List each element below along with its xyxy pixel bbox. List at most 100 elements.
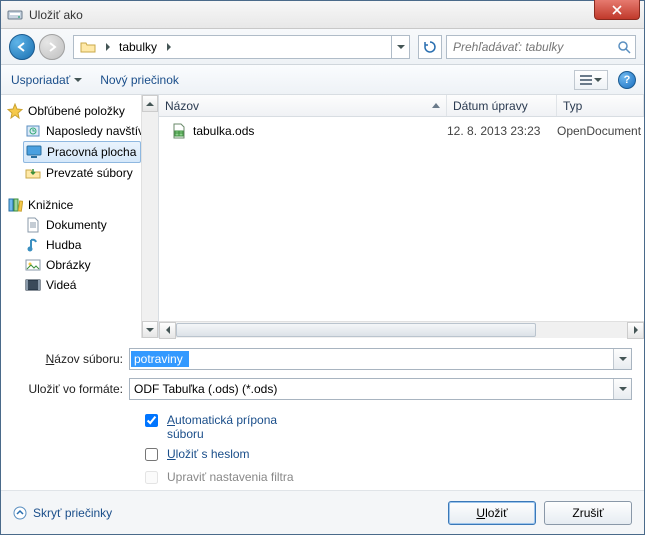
titlebar[interactable]: Uložiť ako	[1, 1, 644, 29]
hide-folders-button[interactable]: Skryť priečinky	[13, 506, 112, 520]
option-auto-extension[interactable]: Automatická príponasúboru	[141, 410, 632, 444]
download-icon	[25, 165, 41, 181]
scroll-thumb[interactable]	[176, 323, 536, 337]
column-headers: Názov Dátum úpravy Typ	[159, 95, 644, 117]
column-type[interactable]: Typ	[557, 95, 644, 116]
view-icon	[580, 75, 592, 85]
filetype-combo[interactable]: ODF Tabuľka (.ods) (*.ods)	[129, 378, 632, 400]
sidebar-libraries[interactable]: Knižnice	[7, 195, 141, 215]
footer: Skryť priečinky Uložiť Zrušiť	[1, 490, 644, 534]
close-icon	[612, 5, 622, 15]
desktop-icon	[26, 144, 42, 160]
new-folder-label: Nový priečinok	[100, 73, 179, 87]
folder-icon	[80, 39, 96, 55]
file-modified: 12. 8. 2013 23:23	[447, 124, 540, 138]
sidebar-item-music[interactable]: Hudba	[7, 235, 141, 255]
option-edit-filter: Upraviť nastavenia filtra	[141, 467, 632, 490]
breadcrumb-folder-label: tabulky	[119, 40, 157, 54]
label-text: Názov súboru:	[46, 352, 123, 366]
close-button[interactable]	[594, 0, 640, 20]
video-icon	[25, 277, 41, 293]
sidebar-item-downloads[interactable]: Prevzaté súbory	[7, 163, 141, 183]
filename-label: Názov súboru:	[13, 352, 129, 366]
cancel-button[interactable]: Zrušiť	[544, 501, 632, 525]
search-input[interactable]	[451, 39, 631, 55]
scroll-track[interactable]	[176, 322, 627, 338]
scroll-left-button[interactable]	[159, 322, 176, 339]
breadcrumb[interactable]: tabulky	[73, 35, 410, 59]
search-box[interactable]	[446, 35, 636, 59]
view-menu[interactable]	[574, 70, 608, 90]
forward-button[interactable]	[39, 34, 65, 60]
save-button[interactable]: Uložiť	[448, 501, 536, 525]
save-pw-checkbox[interactable]	[145, 448, 158, 461]
column-label: Dátum úpravy	[453, 99, 528, 113]
horizontal-scrollbar[interactable]	[159, 321, 644, 338]
filename-input[interactable]	[131, 351, 189, 367]
breadcrumb-root[interactable]	[74, 36, 103, 58]
search-icon	[617, 40, 631, 54]
sidebar-item-label: Knižnice	[28, 198, 73, 212]
save-as-dialog: Uložiť ako tabulky	[0, 0, 645, 535]
sidebar-item-label: Dokumenty	[46, 218, 107, 232]
option-label: Uložiť s heslom	[167, 447, 250, 461]
help-button[interactable]: ?	[618, 71, 636, 89]
sidebar-item-label: Prevzaté súbory	[46, 166, 133, 180]
dialog-body: Obľúbené položky Naposledy navštívené Pr…	[1, 95, 644, 338]
breadcrumb-folder[interactable]: tabulky	[113, 36, 164, 58]
sidebar-favorites[interactable]: Obľúbené položky	[7, 101, 141, 121]
sidebar-item-label: Obľúbené položky	[28, 104, 125, 118]
drive-icon	[7, 6, 23, 22]
sidebar-item-label: Naposledy navštívené	[46, 124, 141, 138]
column-label: Názov	[165, 99, 199, 113]
scroll-right-button[interactable]	[627, 322, 644, 339]
filetype-value: ODF Tabuľka (.ods) (*.ods)	[130, 382, 281, 396]
file-area: Názov Dátum úpravy Typ tabulka.ods 12. 8…	[159, 95, 644, 338]
pictures-icon	[25, 257, 41, 273]
sidebar-item-label: Hudba	[46, 238, 81, 252]
file-list[interactable]: tabulka.ods 12. 8. 2013 23:23 OpenDocume…	[159, 117, 644, 321]
chevron-down-icon	[74, 78, 82, 82]
form-area: Názov súboru: Uložiť vo formáte: ODF Tab…	[1, 338, 644, 490]
filename-combo[interactable]	[129, 348, 632, 370]
sidebar-item-desktop[interactable]: Pracovná plocha	[23, 141, 141, 163]
option-save-password[interactable]: Uložiť s heslom	[141, 444, 632, 467]
filetype-dropdown[interactable]	[613, 379, 631, 399]
organize-label: Usporiadať	[11, 73, 70, 87]
back-button[interactable]	[9, 34, 35, 60]
sidebar-item-recent[interactable]: Naposledy navštívené	[7, 121, 141, 141]
toolbar: Usporiadať Nový priečinok ?	[1, 65, 644, 95]
star-icon	[7, 103, 23, 119]
hide-folders-label: Skryť priečinky	[33, 506, 112, 520]
edit-filter-checkbox	[145, 471, 158, 484]
column-label: Typ	[563, 99, 582, 113]
scroll-down-button[interactable]	[142, 321, 158, 338]
arrow-left-icon	[16, 41, 28, 53]
scroll-up-button[interactable]	[142, 95, 158, 112]
sidebar-item-documents[interactable]: Dokumenty	[7, 215, 141, 235]
chevron-right-icon[interactable]	[103, 43, 113, 51]
recent-icon	[25, 123, 41, 139]
refresh-button[interactable]	[418, 35, 442, 59]
column-modified[interactable]: Dátum úpravy	[447, 95, 557, 116]
option-label: Upraviť nastavenia filtra	[167, 470, 294, 484]
nav-bar: tabulky	[1, 29, 644, 65]
document-icon	[25, 217, 41, 233]
button-label: Uložiť	[476, 506, 507, 520]
chevron-right-icon[interactable]	[164, 43, 174, 51]
filename-dropdown[interactable]	[613, 349, 631, 369]
chevron-down-icon	[594, 78, 602, 82]
sidebar-item-videos[interactable]: Videá	[7, 275, 141, 295]
sidebar-scrollbar[interactable]	[141, 95, 158, 338]
sidebar-item-label: Videá	[46, 278, 76, 292]
breadcrumb-dropdown[interactable]	[391, 36, 409, 58]
auto-ext-checkbox[interactable]	[145, 414, 158, 427]
arrow-right-icon	[46, 41, 58, 53]
sidebar-item-label: Obrázky	[46, 258, 91, 272]
organize-menu[interactable]: Usporiadať	[11, 73, 82, 87]
file-row[interactable]: tabulka.ods 12. 8. 2013 23:23 OpenDocume…	[159, 121, 644, 141]
libraries-icon	[7, 197, 23, 213]
column-name[interactable]: Názov	[159, 95, 447, 116]
sidebar-item-pictures[interactable]: Obrázky	[7, 255, 141, 275]
new-folder-button[interactable]: Nový priečinok	[100, 73, 179, 87]
